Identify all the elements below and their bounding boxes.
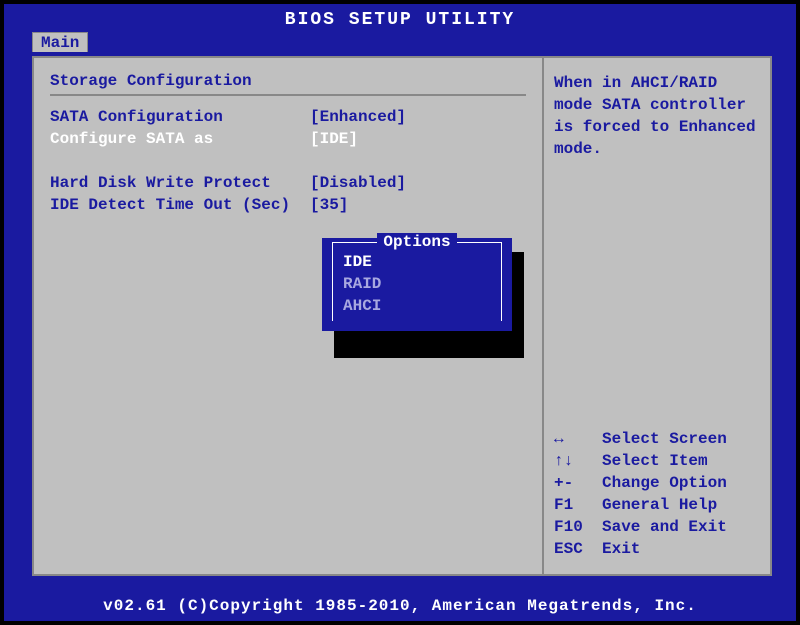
title-bar: BIOS SETUP UTILITY [4, 4, 796, 32]
title-text: BIOS SETUP UTILITY [285, 10, 515, 30]
help-key: ESC [554, 538, 602, 560]
setting-value: [Enhanced] [310, 106, 406, 128]
divider [50, 94, 526, 96]
spacer [50, 150, 526, 172]
setting-row-ide-timeout[interactable]: IDE Detect Time Out (Sec) [35] [50, 194, 526, 216]
help-key-row: +- Change Option [554, 472, 760, 494]
setting-value: [IDE] [310, 128, 358, 150]
help-key: ↔ [554, 428, 602, 450]
popup-option-label: RAID [343, 275, 381, 293]
help-key-desc: Change Option [602, 472, 727, 494]
setting-label: Hard Disk Write Protect [50, 172, 310, 194]
tab-main-label: Main [41, 34, 79, 52]
help-key-row: ESC Exit [554, 538, 760, 560]
help-key-desc: Select Item [602, 450, 708, 472]
help-key-row: ↑↓ Select Item [554, 450, 760, 472]
help-keys: ↔ Select Screen ↑↓ Select Item +- Change… [554, 428, 760, 560]
popup-option-ide[interactable]: IDE [333, 251, 501, 273]
tab-main[interactable]: Main [32, 32, 88, 52]
right-pane: When in AHCI/RAID mode SATA controller i… [544, 58, 770, 574]
help-key: +- [554, 472, 602, 494]
help-key-row: F1 General Help [554, 494, 760, 516]
footer-bar: v02.61 (C)Copyright 1985-2010, American … [4, 591, 796, 621]
popup-title: Options [377, 233, 457, 251]
bios-screen: BIOS SETUP UTILITY Main Storage Configur… [4, 4, 796, 621]
setting-label: Configure SATA as [50, 128, 310, 150]
help-key-desc: Exit [602, 538, 640, 560]
help-key-row: ↔ Select Screen [554, 428, 760, 450]
help-text: When in AHCI/RAID mode SATA controller i… [554, 72, 760, 160]
content-area: Storage Configuration SATA Configuration… [32, 56, 772, 576]
left-pane: Storage Configuration SATA Configuration… [34, 58, 544, 574]
help-key-desc: Save and Exit [602, 516, 727, 538]
setting-value: [Disabled] [310, 172, 406, 194]
popup-option-label: IDE [343, 253, 372, 271]
section-title: Storage Configuration [50, 72, 526, 90]
setting-label: SATA Configuration [50, 106, 310, 128]
help-key-desc: General Help [602, 494, 717, 516]
help-key: F1 [554, 494, 602, 516]
setting-row-sata-config[interactable]: SATA Configuration [Enhanced] [50, 106, 526, 128]
tab-bar: Main [4, 32, 796, 52]
popup-option-label: AHCI [343, 297, 381, 315]
footer-text: v02.61 (C)Copyright 1985-2010, American … [103, 597, 697, 615]
setting-value: [35] [310, 194, 348, 216]
setting-row-hd-write-protect[interactable]: Hard Disk Write Protect [Disabled] [50, 172, 526, 194]
help-key: F10 [554, 516, 602, 538]
options-popup: Options IDE RAID AHCI [322, 238, 512, 331]
setting-label: IDE Detect Time Out (Sec) [50, 194, 310, 216]
setting-row-configure-sata-as[interactable]: Configure SATA as [IDE] [50, 128, 526, 150]
popup-option-ahci[interactable]: AHCI [333, 295, 501, 317]
popup-option-raid[interactable]: RAID [333, 273, 501, 295]
help-key-desc: Select Screen [602, 428, 727, 450]
help-key-row: F10 Save and Exit [554, 516, 760, 538]
help-key: ↑↓ [554, 450, 602, 472]
